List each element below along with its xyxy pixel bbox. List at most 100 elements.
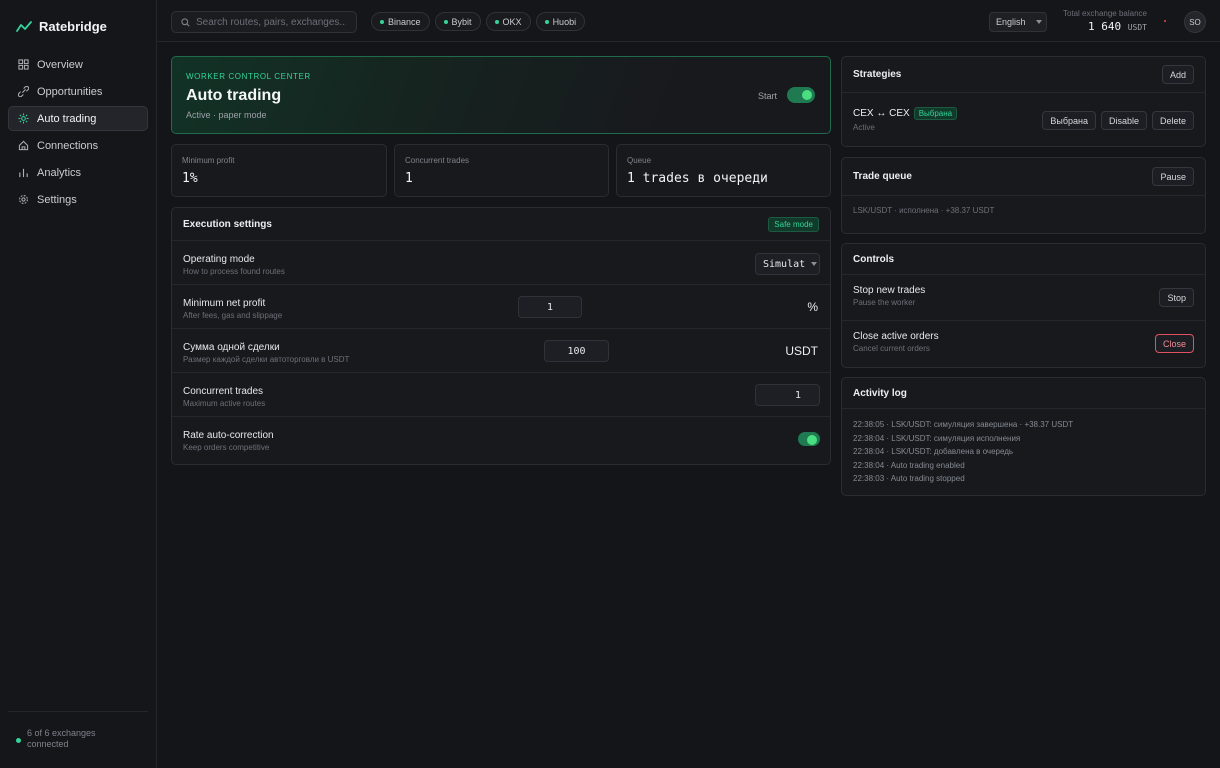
search-input[interactable]: [196, 16, 346, 28]
brand-name: Ratebridge: [39, 19, 107, 34]
log-entry: 22:38:04 · LSK/USDT: симуляция исполнени…: [853, 433, 1021, 443]
sidebar-item-label: Analytics: [37, 166, 82, 179]
sidebar-item-connections[interactable]: Connections: [8, 133, 148, 158]
stat-label: Queue: [627, 156, 652, 165]
balance-unit: USDT: [1127, 23, 1147, 32]
sidebar-item-auto-trading[interactable]: Auto trading: [8, 106, 148, 131]
setting-subtitle: Размер каждой сделки автоторговли в USDT: [183, 355, 350, 364]
pause-queue-button[interactable]: Pause: [1152, 167, 1194, 186]
controls-panel: Controls Stop new trades Pause the worke…: [841, 243, 1206, 368]
close-orders-button[interactable]: Close: [1154, 334, 1194, 353]
log-entry: 22:38:04 · LSK/USDT: добавлена в очередь: [853, 447, 1014, 456]
panel-title: Trade queue: [853, 171, 912, 182]
panel-title: Controls: [853, 253, 895, 265]
setting-minimum-net-profit: Minimum net profit After fees, gas and s…: [172, 285, 830, 329]
setting-title: Сумма одной сделки: [183, 342, 280, 353]
cog-icon: [19, 195, 28, 204]
operating-mode-select[interactable]: Simulat: [755, 253, 820, 275]
total-balance: Total exchange balance 1 640 USDT: [1059, 9, 1147, 33]
exchange-chip-okx[interactable]: OKX: [485, 12, 531, 31]
brand[interactable]: Ratebridge: [16, 19, 107, 34]
setting-title: Rate auto-correction: [183, 430, 274, 441]
chip-label: OKX: [502, 16, 522, 27]
status-dot-icon: [544, 19, 549, 24]
status-dot-icon: [494, 19, 499, 24]
panel-title: Strategies: [853, 69, 902, 80]
sidebar: Ratebridge Overview Opportunities Auto t…: [0, 0, 157, 768]
execution-settings: Execution settings Safe mode Operating m…: [171, 207, 831, 465]
log-entry: 22:38:03 · Auto trading stopped: [853, 474, 965, 483]
connection-status-text: 6 of 6 exchanges connected: [27, 728, 96, 749]
setting-operating-mode: Operating mode How to process found rout…: [172, 241, 830, 285]
execution-settings-header: Execution settings Safe mode: [172, 208, 830, 241]
unit-label: %: [807, 300, 818, 314]
chip-label: Binance: [388, 16, 421, 27]
balance-amount: 1 640: [1087, 20, 1122, 33]
status-dot-icon: [16, 738, 21, 743]
language-select[interactable]: English: [989, 12, 1047, 32]
strategies-panel: Strategies Add CEX ↔ CEX Выбрана Active …: [841, 56, 1206, 147]
sidebar-item-analytics[interactable]: Analytics: [8, 160, 148, 185]
setting-title: Concurrent trades: [183, 386, 264, 397]
select-value: Simulat: [763, 258, 806, 270]
safe-mode-badge: Safe mode: [768, 216, 819, 232]
logo-icon: [16, 20, 32, 32]
delete-strategy-button[interactable]: Delete: [1151, 111, 1194, 130]
strategy-actions: Выбрана Disable Delete: [1042, 111, 1194, 130]
add-strategy-button[interactable]: Add: [1161, 65, 1194, 84]
sidebar-item-label: Opportunities: [37, 85, 103, 98]
sidebar-item-overview[interactable]: Overview: [8, 52, 148, 77]
control-subtitle: Pause the worker: [853, 298, 916, 307]
link-icon: [18, 86, 29, 97]
language-label: English: [996, 17, 1026, 27]
concurrent-trades-input[interactable]: 1: [755, 384, 820, 406]
activity-log-panel: Activity log 22:38:05 · LSK/USDT: симуля…: [841, 377, 1206, 496]
setting-title: Minimum net profit: [183, 298, 266, 309]
setting-concurrent-trades: Concurrent trades Maximum active routes …: [172, 373, 830, 417]
stat-value: 1: [405, 171, 413, 186]
stat-value: 1%: [182, 171, 198, 186]
setting-trade-amount: Сумма одной сделки Размер каждой сделки …: [172, 329, 830, 373]
connection-status: 6 of 6 exchanges connected: [8, 711, 148, 750]
sidebar-item-settings[interactable]: Settings: [8, 187, 148, 212]
page-title: Auto trading: [186, 87, 282, 104]
control-stop-new-trades: Stop new trades Pause the worker Stop: [842, 275, 1205, 321]
home-icon: [18, 140, 29, 151]
setting-subtitle: How to process found routes: [183, 267, 285, 276]
min-net-profit-input[interactable]: 1: [518, 296, 582, 318]
exchange-chip-binance[interactable]: Binance: [371, 12, 430, 31]
setting-subtitle: After fees, gas and slippage: [183, 311, 283, 320]
log-entry: 22:38:04 · Auto trading enabled: [853, 460, 965, 470]
controls-header: Controls: [842, 244, 1205, 275]
status-dot-icon: [380, 19, 384, 24]
control-title: Stop new trades: [853, 285, 926, 296]
exchange-chip-bybit[interactable]: Bybit: [434, 12, 481, 31]
sidebar-item-opportunities[interactable]: Opportunities: [8, 79, 148, 104]
select-strategy-button[interactable]: Выбрана: [1042, 111, 1096, 130]
grid-icon: [18, 59, 29, 70]
sidebar-item-label: Connections: [37, 139, 99, 152]
rate-auto-correction-toggle[interactable]: [798, 432, 820, 446]
control-subtitle: Cancel current orders: [853, 344, 930, 353]
stat-label: Concurrent trades: [405, 156, 470, 165]
avatar[interactable]: SO: [1184, 11, 1206, 33]
start-toggle[interactable]: [787, 87, 815, 103]
balance-label: Total exchange balance: [1062, 9, 1147, 18]
trade-amount-input[interactable]: 100: [544, 340, 609, 362]
chevron-down-icon: [811, 262, 818, 266]
exchange-chip-huobi[interactable]: Huobi: [535, 12, 586, 31]
alert-dot-icon: [1164, 20, 1166, 22]
sidebar-item-label: Settings: [37, 193, 77, 206]
log-entry: 22:38:05 · LSK/USDT: симуляция завершена…: [853, 420, 1074, 429]
disable-strategy-button[interactable]: Disable: [1100, 111, 1147, 130]
worker-control-center: WORKER CONTROL CENTER Auto trading Activ…: [171, 56, 831, 134]
setting-subtitle: Keep orders competitive: [183, 443, 270, 452]
trade-queue-header: Trade queue Pause: [842, 158, 1205, 196]
stop-button[interactable]: Stop: [1159, 288, 1194, 307]
trade-queue-panel: Trade queue Pause LSK/USDT · исполнена ·…: [841, 157, 1206, 234]
stat-concurrent-trades: Concurrent trades 1: [394, 144, 609, 197]
hero-subtitle: Active · paper mode: [186, 110, 267, 120]
control-title: Close active orders: [853, 331, 939, 342]
stat-label: Minimum profit: [182, 156, 235, 165]
search-box[interactable]: [171, 11, 357, 33]
